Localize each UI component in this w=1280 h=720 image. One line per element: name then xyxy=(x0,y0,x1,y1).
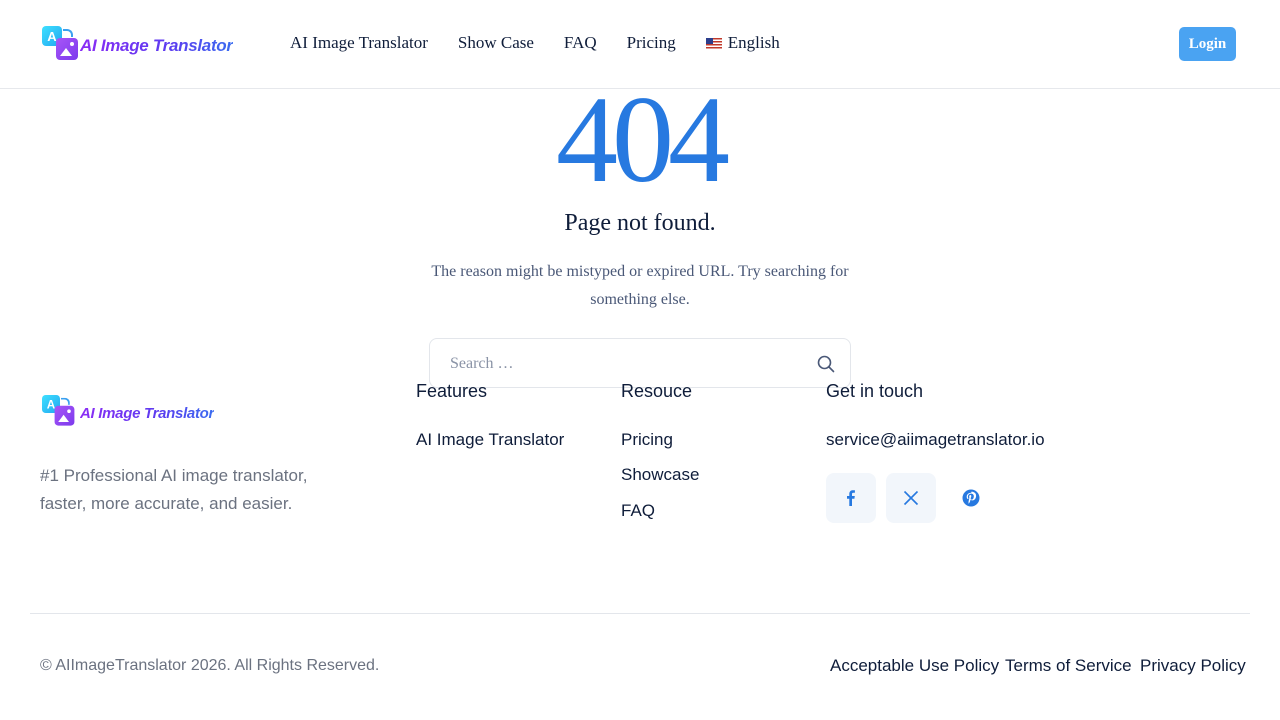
language-label: English xyxy=(727,33,780,52)
footer-link-faq[interactable]: FAQ xyxy=(621,501,655,521)
nav-faq[interactable]: FAQ xyxy=(564,33,597,53)
footer-link-ai-image-translator[interactable]: AI Image Translator xyxy=(416,430,564,450)
nav-ai-image-translator[interactable]: AI Image Translator xyxy=(290,33,428,53)
footer-tagline: #1 Professional AI image translator, fas… xyxy=(40,466,308,513)
terms-of-service-link[interactable]: Terms of Service xyxy=(1005,656,1132,676)
search-input[interactable] xyxy=(450,353,790,375)
nav-show-case[interactable]: Show Case xyxy=(458,33,534,53)
language-selector[interactable]: English xyxy=(705,33,780,53)
logo-icon: A xyxy=(42,395,75,426)
footer-resource-title: Resouce xyxy=(621,381,693,401)
footer-contact-title: Get in touch xyxy=(826,381,924,401)
footer-divider xyxy=(30,613,1250,614)
acceptable-use-policy-link[interactable]: Acceptable Use Policy xyxy=(830,656,999,676)
nav-pricing[interactable]: Pricing xyxy=(627,33,676,53)
page-title: Page not found. xyxy=(564,210,716,236)
login-button[interactable]: Login xyxy=(1179,27,1236,61)
search-icon[interactable] xyxy=(817,355,835,373)
us-flag-icon xyxy=(705,37,722,49)
x-link[interactable] xyxy=(886,473,936,523)
logo-text: AI Image Translator xyxy=(80,36,233,55)
footer-logo-text: AI Image Translator xyxy=(80,404,215,422)
main-nav: AI Image Translator Show Case FAQ Pricin… xyxy=(290,33,780,53)
footer-features-title: Features xyxy=(416,381,488,401)
error-code: 404 xyxy=(556,71,730,208)
error-description: The reason might be mistyped or expired … xyxy=(431,263,849,308)
copyright-text: © AIImageTranslator 2026. All Rights Res… xyxy=(40,657,380,674)
footer-logo[interactable]: A AI Image Translator xyxy=(42,395,214,429)
facebook-icon xyxy=(847,490,855,506)
site-logo[interactable]: A AI Image Translator xyxy=(42,26,233,60)
pinterest-icon xyxy=(962,489,980,507)
privacy-policy-link[interactable]: Privacy Policy xyxy=(1140,656,1246,676)
footer-link-showcase[interactable]: Showcase xyxy=(621,465,699,485)
facebook-link[interactable] xyxy=(826,473,876,523)
pinterest-link[interactable] xyxy=(946,473,996,523)
footer-contact-email[interactable]: service@aiimagetranslator.io xyxy=(826,430,1045,450)
footer-link-pricing[interactable]: Pricing xyxy=(621,430,673,450)
x-icon xyxy=(903,490,919,506)
logo-icon: A xyxy=(42,26,78,60)
